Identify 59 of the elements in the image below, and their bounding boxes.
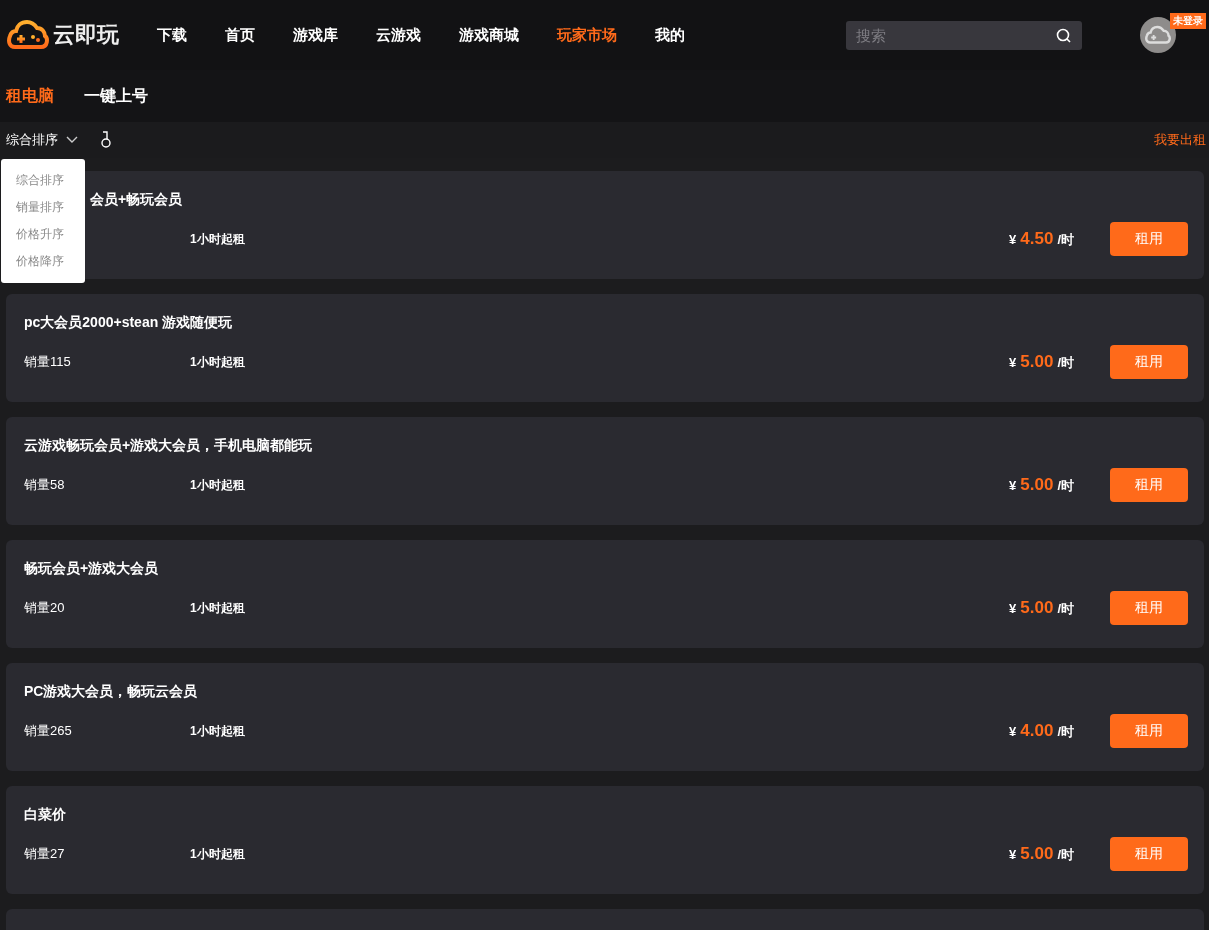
logo-icon [7,19,49,51]
listing-title: 白菜价 [24,805,67,824]
sales-count: 销量20 [24,599,66,617]
listing-title: pc大会员2000+stean 游戏随便玩 [24,313,234,332]
listing-title: 畅玩会员+游戏大会员 [24,559,160,578]
gamepad-icon [1145,25,1171,45]
currency-symbol: ¥ [1009,478,1017,493]
rent-out-link[interactable]: 我要出租 [1154,131,1206,149]
rental-term: 1小时起租 [190,845,245,863]
sales-count: 销量115 [24,353,72,371]
listing-title: 会员+畅玩会员 [90,190,184,209]
nav-link[interactable]: 玩家市场 [557,25,617,45]
rental-term: 1小时起租 [190,353,245,371]
price-unit: /时 [1057,477,1074,495]
price: 4.50 [1020,229,1054,249]
currency-symbol: ¥ [1009,355,1017,370]
price: 4.00 [1020,721,1054,741]
sales-count: 销量58 [24,476,66,494]
logo-text: 云即玩 [53,21,119,49]
rental-term: 1小时起租 [190,476,245,494]
login-status-badge: 未登录 [1170,13,1206,29]
sort-dropdown[interactable]: 综合排序 [6,131,78,149]
rental-term: 1小时起租 [190,599,245,617]
category-tab[interactable]: 租电脑 [6,85,54,107]
category-tab[interactable]: 一键上号 [84,85,148,107]
rental-term: 1小时起租 [190,230,245,248]
nav-link[interactable]: 云游戏 [376,25,421,45]
sort-direction-icon[interactable] [100,131,112,149]
rental-term: 1小时起租 [190,722,245,740]
listing-title: 云游戏畅玩会员+游戏大会员，手机电脑都能玩 [24,436,314,455]
currency-symbol: ¥ [1009,601,1017,616]
nav-link[interactable]: 下载 [157,25,187,45]
price-unit: /时 [1057,846,1074,864]
listing-title: PC游戏大会员，畅玩云会员 [24,682,199,701]
listing-card[interactable]: PC游戏大会员，畅玩云会员 销量265 1小时起租 ¥ 4.00 /时 租用 [6,663,1204,771]
price-unit: /时 [1057,354,1074,372]
listing-card[interactable]: 云游戏畅玩会员+游戏大会员，手机电脑都能玩 销量58 1小时起租 ¥ 5.00 /时 租用 [6,417,1204,525]
listing-card[interactable]: pc大会员2000+stean 游戏随便玩 销量115 1小时起租 ¥ 5.00 /时 租用 [6,294,1204,402]
nav-link[interactable]: 我的 [655,25,685,45]
search-icon[interactable] [1056,27,1072,44]
currency-symbol: ¥ [1009,724,1017,739]
listing-card[interactable]: 白菜价 销量27 1小时起租 ¥ 5.00 /时 租用 [6,786,1204,894]
currency-symbol: ¥ [1009,847,1017,862]
listing-card[interactable]: 畅玩会员+游戏大会员 销量20 1小时起租 ¥ 5.00 /时 租用 [6,540,1204,648]
price: 5.00 [1020,352,1054,372]
search-field[interactable]: 搜索 [846,20,1082,50]
price: 5.00 [1020,598,1054,618]
price: 5.00 [1020,844,1054,864]
sales-count: 销量265 [24,722,73,740]
nav-link[interactable]: 首页 [225,25,255,45]
price-unit: /时 [1057,723,1074,741]
price-unit: /时 [1057,231,1074,249]
chevron-icon [66,136,78,144]
sales-count: 销量27 [24,845,66,863]
nav-link[interactable]: 游戏库 [293,25,338,45]
price: 5.00 [1020,475,1054,495]
price-unit: /时 [1057,600,1074,618]
nav-link[interactable]: 游戏商城 [459,25,519,45]
currency-symbol: ¥ [1009,232,1017,247]
